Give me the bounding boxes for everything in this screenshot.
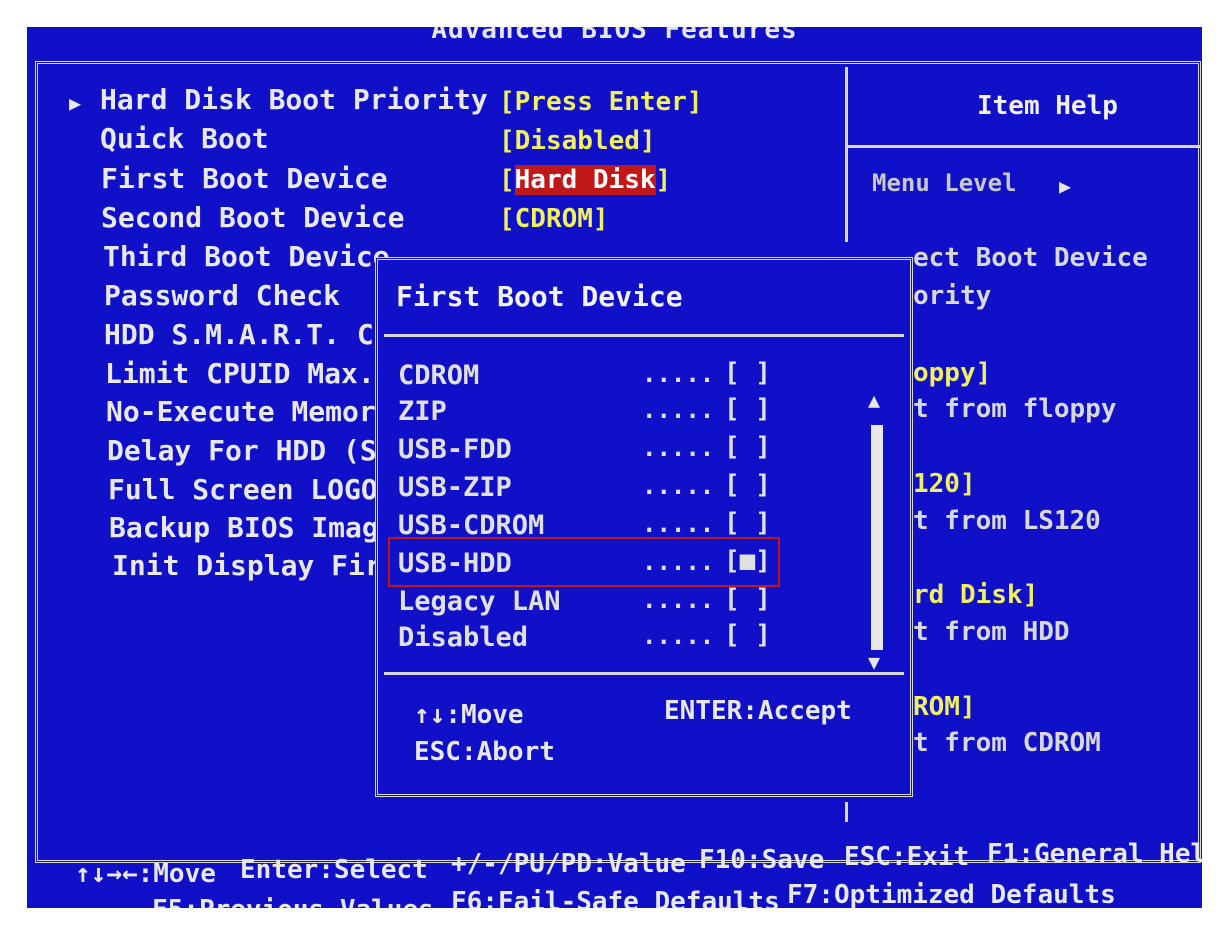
menu-level-label: Menu Level: [872, 169, 1017, 197]
option-label: Disabled: [398, 622, 529, 653]
option-checkbox: [ ]: [724, 470, 771, 500]
menu-item-backup-bios-image[interactable]: Backup BIOS Image: [109, 511, 396, 544]
value-first-boot-device[interactable]: [Hard Disk]: [499, 165, 671, 195]
first-boot-device-dialog: First Boot Device CDROM ..... [ ] ZIP ..…: [375, 257, 913, 797]
bios-screen: Advanced BIOS Features ▶ Hard Disk Boot …: [27, 27, 1202, 908]
key-hint-select: Enter:Select: [240, 855, 428, 885]
option-usb-hdd[interactable]: USB-HDD ..... [■]: [398, 546, 778, 582]
option-dots: .....: [642, 472, 715, 500]
menu-item-hdd-smart[interactable]: HDD S.M.A.R.T. Ca: [104, 318, 391, 351]
menu-item-password-check[interactable]: Password Check: [104, 279, 340, 312]
help-line: ROM]: [913, 692, 976, 722]
option-usb-fdd[interactable]: USB-FDD ..... [ ]: [398, 432, 778, 468]
help-line: 120]: [913, 469, 976, 499]
key-hint-move: ↑↓→←:Move: [75, 859, 216, 889]
screen-title: Advanced BIOS Features: [431, 27, 798, 45]
option-dots: .....: [642, 586, 715, 614]
menu-item-no-execute-memory[interactable]: No-Execute Memory: [106, 395, 393, 428]
option-dots: .....: [642, 510, 715, 538]
option-dots: .....: [642, 622, 715, 650]
menu-item-full-screen-logo[interactable]: Full Screen LOGO: [108, 473, 378, 506]
scroll-up-icon[interactable]: ▲: [868, 388, 880, 412]
option-label: USB-FDD: [398, 434, 512, 465]
key-abort: ESC:Abort: [414, 737, 555, 767]
menu-item-quick-boot[interactable]: Quick Boot: [100, 122, 269, 155]
option-label: USB-ZIP: [398, 472, 512, 503]
bracket-open: [: [499, 165, 515, 195]
menu-item-third-boot-device[interactable]: Third Boot Device: [103, 240, 390, 273]
value-quick-boot[interactable]: [Disabled]: [499, 126, 656, 156]
option-checkbox: [ ]: [724, 394, 771, 424]
option-label: Legacy LAN: [398, 586, 561, 617]
item-help-title: Item Help: [977, 91, 1118, 121]
help-line: ect Boot Device: [913, 243, 1148, 273]
menu-item-init-display-first[interactable]: Init Display Firs: [112, 549, 399, 582]
option-checkbox-checked: [■]: [724, 546, 771, 576]
dialog-divider-top: [384, 334, 904, 337]
option-checkbox: [ ]: [724, 358, 771, 388]
help-header-divider: [848, 145, 1200, 148]
option-usb-zip[interactable]: USB-ZIP ..... [ ]: [398, 470, 778, 506]
option-dots: .....: [642, 360, 715, 388]
menu-item-hard-disk-boot-priority[interactable]: Hard Disk Boot Priority: [100, 83, 488, 116]
help-divider: [845, 67, 848, 242]
dialog-divider-bottom: [384, 672, 904, 675]
option-checkbox: [ ]: [724, 432, 771, 462]
submenu-arrow-icon: ▶: [69, 91, 82, 115]
option-label: ZIP: [398, 396, 447, 427]
help-line: t from LS120: [913, 506, 1101, 536]
option-dots: .....: [642, 396, 715, 424]
scrollbar[interactable]: [871, 425, 883, 650]
menu-item-second-boot-device[interactable]: Second Boot Device: [101, 201, 404, 234]
option-legacy-lan[interactable]: Legacy LAN ..... [ ]: [398, 584, 778, 620]
menu-level-arrow-icon: ▶: [1059, 174, 1072, 198]
menu-item-limit-cpuid[interactable]: Limit CPUID Max.: [105, 357, 375, 390]
option-label: USB-HDD: [398, 548, 512, 579]
option-disabled[interactable]: Disabled ..... [ ]: [398, 620, 778, 656]
key-accept: ENTER:Accept: [664, 696, 852, 726]
help-line: oppy]: [913, 358, 992, 388]
option-dots: .....: [642, 548, 715, 576]
option-label: CDROM: [398, 360, 480, 391]
menu-item-first-boot-device[interactable]: First Boot Device: [101, 162, 388, 195]
option-cdrom[interactable]: CDROM ..... [ ]: [398, 358, 778, 394]
option-zip[interactable]: ZIP ..... [ ]: [398, 394, 778, 430]
key-hint-previous-values: F5:Previous Values: [152, 895, 434, 908]
value-hard-disk-boot-priority[interactable]: [Press Enter]: [499, 87, 703, 117]
key-hint-fail-safe: F6:Fail-Safe Defaults: [451, 887, 780, 908]
help-line: rd Disk]: [913, 580, 1039, 610]
scroll-down-icon[interactable]: ▼: [868, 650, 880, 674]
help-line: ority: [913, 281, 992, 311]
value-second-boot-device[interactable]: [CDROM]: [499, 204, 609, 234]
bracket-close: ]: [655, 165, 672, 195]
help-line: t from HDD: [913, 617, 1070, 647]
help-line: t from CDROM: [913, 728, 1101, 758]
dialog-title: First Boot Device: [396, 280, 683, 313]
help-line: t from floppy: [913, 394, 1117, 424]
option-checkbox: [ ]: [724, 584, 771, 614]
key-hint-save: F10:Save: [699, 845, 825, 875]
selected-value-highlight: Hard Disk: [514, 165, 656, 195]
option-checkbox: [ ]: [724, 508, 771, 538]
key-hint-optimized: F7:Optimized Defaults: [787, 880, 1116, 908]
help-divider-bottom: [845, 802, 848, 822]
menu-item-delay-for-hdd[interactable]: Delay For HDD (Se: [107, 434, 394, 467]
key-hint-exit: ESC:Exit: [844, 842, 970, 872]
key-hint-general-help: F1:General Help: [987, 839, 1202, 869]
key-hint-value: +/-/PU/PD:Value: [451, 849, 686, 879]
key-move: ↑↓:Move: [414, 700, 524, 730]
option-checkbox: [ ]: [724, 620, 771, 650]
option-dots: .....: [642, 434, 715, 462]
